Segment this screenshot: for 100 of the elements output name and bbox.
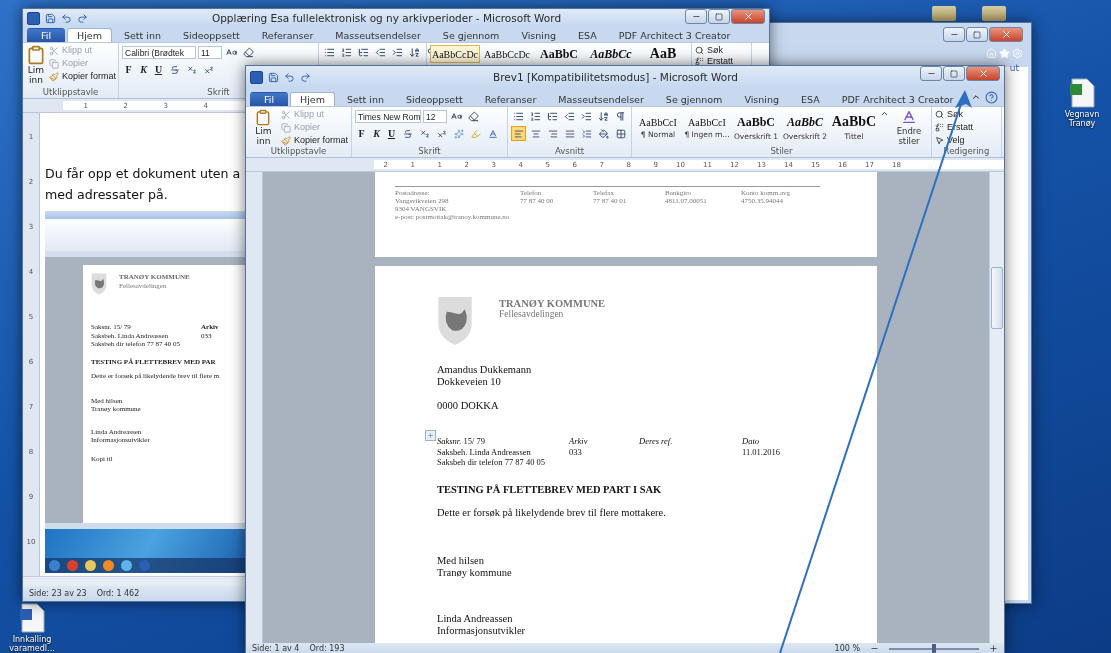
eraser-icon (243, 47, 254, 58)
tree-list-icon (358, 47, 369, 58)
style-gallery-item[interactable]: AaBbCcDc (430, 45, 480, 63)
search-icon (695, 46, 704, 55)
save-icon[interactable] (268, 71, 279, 83)
ribbon-tab[interactable]: Masseutsendelser (325, 28, 431, 42)
maximize-button[interactable] (943, 66, 965, 81)
paste-button[interactable]: Lim inn (26, 45, 46, 87)
window-title: Brev1 [Kompatibilitetsmodus] - Microsoft Word (492, 71, 739, 83)
zoom-slider[interactable] (889, 647, 979, 650)
maximize-icon (715, 12, 723, 21)
ribbon-tab[interactable]: Hjem (290, 92, 335, 106)
paint-bucket-icon (598, 128, 609, 139)
style-gallery-item[interactable]: AaBbCcDc (482, 45, 532, 63)
document-text: med adressater på. (45, 186, 168, 204)
change-styles-button[interactable]: Endre stiler (892, 109, 926, 146)
group-label: Skrift (417, 146, 442, 157)
close-button[interactable] (966, 66, 1000, 81)
replace-button[interactable]: Erstatt (695, 56, 748, 67)
gallery-scroll-icon[interactable] (880, 109, 889, 118)
clear-format-button[interactable] (466, 109, 481, 124)
find-button[interactable]: Søk (695, 45, 748, 56)
reference-heading: Arkiv (569, 436, 589, 447)
close-button[interactable] (989, 27, 1023, 42)
minimize-button[interactable] (920, 66, 942, 81)
clear-format-button[interactable] (241, 45, 256, 60)
file-tab[interactable]: Fil (250, 92, 289, 106)
zoom-thumb[interactable] (932, 643, 936, 653)
collapse-ribbon-icon[interactable] (971, 92, 981, 102)
folder-icon[interactable] (85, 560, 96, 571)
minimize-button[interactable] (943, 27, 965, 42)
redo-icon[interactable] (77, 12, 88, 24)
shading-button[interactable] (596, 126, 611, 141)
spreadsheet-file-icon[interactable] (1069, 78, 1095, 108)
help-icon[interactable] (985, 90, 998, 104)
vertical-scrollbar[interactable] (989, 172, 1004, 643)
format-button[interactable]: U (385, 126, 398, 141)
file-tab[interactable]: Fil (27, 28, 66, 42)
ribbon-tab[interactable]: PDF Architect 3 Creator (608, 28, 741, 42)
painter-button[interactable]: Kopier format (49, 71, 117, 82)
font-size-field[interactable]: 12 (423, 110, 447, 123)
redo-icon[interactable] (300, 71, 311, 83)
superscript-icon (203, 64, 214, 75)
ribbon-tab[interactable]: PDF Architect 3 Creator (831, 92, 964, 106)
sort-button[interactable] (596, 109, 611, 124)
star-icon[interactable] (999, 48, 1010, 59)
paste-button[interactable]: Lim inn (249, 109, 278, 146)
undo-icon[interactable] (61, 12, 72, 24)
eraser-icon (468, 111, 479, 122)
closing-line: Tranøy kommune (437, 566, 512, 579)
outdent-icon (564, 111, 575, 122)
mail-icon[interactable] (103, 560, 114, 571)
folder-icon[interactable] (932, 6, 956, 21)
align-left-icon (513, 128, 524, 139)
pointer-icon (935, 136, 944, 145)
style-gallery-item[interactable]: AaBbCc (586, 45, 636, 63)
font-name-field[interactable]: Calibri (Brødtek (122, 46, 196, 59)
minimize-button[interactable] (685, 9, 707, 24)
ribbon-tab[interactable]: ESA (568, 28, 607, 42)
maximize-button[interactable] (708, 9, 730, 24)
document-file-icon[interactable] (19, 603, 45, 633)
ribbon-tab[interactable]: ESA (791, 92, 830, 106)
painter-button[interactable]: Kopier format (280, 135, 348, 146)
numbered-list-button[interactable] (528, 109, 543, 124)
ribbon-tab[interactable]: Visning (511, 28, 566, 42)
indent-icon (581, 111, 592, 122)
format-button[interactable]: F (122, 62, 135, 77)
close-button[interactable] (731, 9, 765, 24)
start-orb-icon[interactable] (49, 560, 60, 571)
format-button[interactable]: K (370, 126, 383, 141)
undo-icon[interactable] (284, 71, 295, 83)
font-size-field[interactable]: 11 (198, 46, 222, 59)
style-gallery-item[interactable]: AaB (638, 45, 688, 63)
sort-button[interactable] (407, 45, 422, 60)
maximize-button[interactable] (966, 27, 988, 42)
ribbon-tab[interactable]: Se gjennom (432, 28, 510, 42)
format-button[interactable]: U (152, 62, 165, 77)
case-icon (451, 111, 462, 122)
ribbon-tab[interactable]: Sett inn (113, 28, 171, 42)
style-gallery-item[interactable]: AaBbC (534, 45, 584, 63)
strikethrough-icon (169, 64, 180, 75)
numbered-list-button[interactable] (339, 45, 354, 60)
format-button[interactable]: F (355, 126, 368, 141)
ribbon-tab[interactable]: Sideoppsett (173, 28, 250, 42)
folder-icon[interactable] (982, 6, 1006, 21)
coat-of-arms-icon (91, 273, 107, 295)
closing-line: Med hilsen (437, 554, 484, 567)
link[interactable]: ut (1009, 63, 1019, 73)
ribbon-tab[interactable]: Hjem (67, 28, 112, 42)
browser-icon[interactable] (67, 560, 78, 571)
horizontal-scrollbar[interactable] (23, 576, 245, 586)
browser-icon[interactable] (121, 560, 132, 571)
coat-of-arms-icon (437, 296, 473, 346)
save-icon[interactable] (45, 12, 56, 24)
font-name-field[interactable]: Times New Rom (355, 110, 421, 123)
replace-icon (935, 123, 944, 132)
format-button[interactable]: K (137, 62, 150, 77)
table-move-handle[interactable] (425, 430, 436, 441)
zoom-in-icon[interactable] (989, 644, 998, 653)
ribbon-tab[interactable]: Referanser (251, 28, 324, 42)
